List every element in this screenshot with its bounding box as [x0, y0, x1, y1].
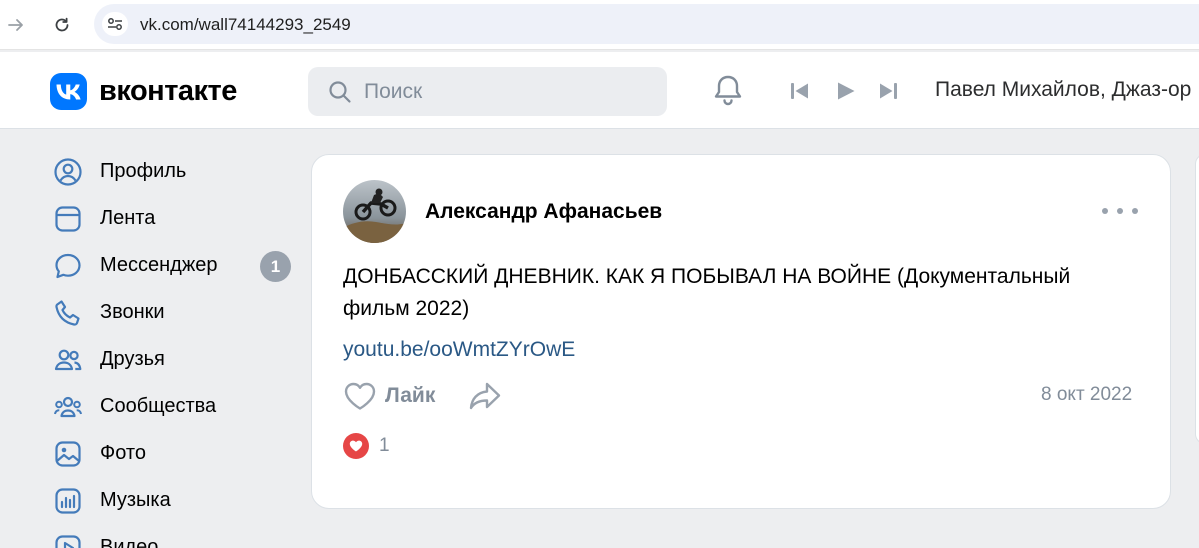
address-bar[interactable]: vk.com/wall74144293_2549 [94, 4, 1199, 44]
sidebar-item-label: Профиль [100, 160, 187, 182]
heart-reaction-icon [343, 433, 369, 459]
url-text[interactable]: vk.com/wall74144293_2549 [140, 15, 351, 35]
post-text: ДОНБАССКИЙ ДНЕВНИК. КАК Я ПОБЫВАЛ НА ВОЙ… [343, 265, 1071, 320]
post-link[interactable]: youtu.be/ooWmtZYrOwE [343, 338, 575, 362]
more-dot-icon [1132, 208, 1138, 214]
search-input[interactable] [364, 67, 654, 116]
notifications-button[interactable] [711, 73, 745, 112]
video-icon [52, 532, 84, 548]
phone-icon [52, 297, 84, 329]
profile-icon [52, 156, 84, 188]
next-track-button[interactable] [877, 80, 899, 107]
sidebar-item-feed[interactable]: Лента [52, 195, 302, 242]
arrow-right-icon [8, 19, 23, 31]
unread-badge: 1 [260, 251, 291, 282]
music-icon [52, 485, 84, 517]
like-button[interactable]: Лайк [343, 379, 435, 413]
right-column-card [1195, 154, 1199, 444]
reload-icon [55, 17, 69, 32]
search-icon [329, 81, 351, 103]
sidebar-item-label: Звонки [100, 301, 165, 323]
sidebar-item-friends[interactable]: Друзья [52, 336, 302, 383]
sidebar-item-photo[interactable]: Фото [52, 430, 302, 477]
logo-text: вконтакте [99, 75, 237, 107]
vk-logo[interactable]: вконтакте [50, 73, 237, 110]
post-date[interactable]: 8 окт 2022 [1041, 384, 1132, 406]
now-playing-title[interactable]: Павел Михайлов, Джаз-ор [935, 78, 1191, 102]
like-label: Лайк [385, 384, 436, 407]
more-dot-icon [1117, 208, 1123, 214]
feed-icon [52, 203, 84, 235]
sidebar-item-label: Друзья [100, 348, 165, 370]
sidebar-item-music[interactable]: Музыка [52, 477, 302, 524]
reaction-count: 1 [379, 435, 390, 456]
previous-track-button[interactable] [789, 80, 811, 107]
previous-track-icon [791, 83, 808, 99]
next-track-icon [880, 83, 897, 99]
search-box[interactable] [308, 67, 667, 116]
site-settings-icon [108, 18, 122, 30]
vk-logo-icon [50, 73, 87, 110]
site-header: вконтакте Павел Михайлов, Джаз-ор [0, 52, 1199, 129]
forward-button[interactable] [2, 11, 30, 39]
sidebar-item-label: Видео [100, 536, 159, 548]
photo-icon [52, 438, 84, 470]
browser-toolbar: vk.com/wall74144293_2549 [0, 0, 1199, 50]
sidebar-item-calls[interactable]: Звонки [52, 289, 302, 336]
sidebar-item-label: Фото [100, 442, 146, 464]
share-button[interactable] [467, 379, 503, 413]
share-icon [469, 382, 501, 410]
site-info-button[interactable] [102, 12, 128, 36]
play-icon [838, 82, 855, 100]
sidebar-item-label: Мессенджер [100, 254, 218, 276]
sidebar-item-label: Лента [100, 207, 156, 229]
reload-button[interactable] [48, 11, 76, 39]
sidebar-item-video[interactable]: Видео [52, 524, 302, 548]
bell-icon [714, 75, 742, 106]
sidebar-item-label: Сообщества [100, 395, 217, 417]
reactions-summary[interactable]: 1 [343, 432, 390, 460]
messenger-icon [52, 250, 84, 282]
sidebar-item-profile[interactable]: Профиль [52, 148, 302, 195]
post-author-name[interactable]: Александр Афанасьев [425, 200, 662, 224]
sidebar-item-messenger[interactable]: Мессенджер 1 [52, 242, 302, 289]
more-dot-icon [1102, 208, 1108, 214]
heart-outline-icon [344, 382, 376, 410]
sidebar-item-label: Музыка [100, 489, 171, 511]
more-options-button[interactable] [1102, 203, 1138, 219]
play-button[interactable] [835, 80, 857, 107]
wall-post: Александр Афанасьев ДОНБАССКИЙ ДНЕВНИК. … [311, 154, 1171, 509]
friends-icon [52, 344, 84, 376]
communities-icon [52, 391, 84, 423]
sidebar-item-communities[interactable]: Сообщества [52, 383, 302, 430]
author-avatar[interactable] [343, 180, 406, 243]
left-sidebar: Профиль Лента Мессенджер 1 Звонки Друзья… [52, 148, 302, 548]
